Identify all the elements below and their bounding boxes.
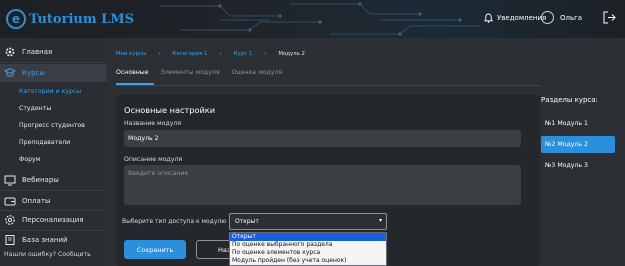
notifications-label: Уведомления (497, 14, 547, 22)
breadcrumb-separator: › (158, 51, 161, 57)
sidebar-item-home[interactable]: Главная (0, 42, 107, 61)
sidebar-item-label: Персонализация (22, 216, 84, 224)
module-description-label: Описание модуля (124, 156, 183, 163)
course-section-item-active[interactable]: №2 Модуль 2 (541, 136, 615, 153)
sidebar-item-payments[interactable]: Оплаты (0, 191, 107, 210)
notifications-link[interactable]: Уведомления (484, 13, 546, 23)
tab-bar: Основные Элементы модуля Оценка модуля (116, 69, 294, 76)
breadcrumb: Мои курсы › Категория 1 › Курс 1 › Модул… (116, 51, 305, 57)
chevron-down-icon: ▾ (378, 217, 382, 224)
webinar-icon (4, 175, 16, 186)
sidebar-item-label: Вебинары (22, 176, 59, 184)
logout-icon[interactable] (603, 11, 616, 24)
course-section-item[interactable]: №3 Модуль 3 (541, 157, 615, 174)
course-sections-title: Разделы курса: (541, 96, 598, 104)
avatar (541, 11, 554, 24)
sidebar-subitem-students[interactable]: Студенты (19, 105, 51, 112)
divider (0, 62, 107, 63)
save-button[interactable]: Сохранить (124, 240, 186, 259)
sidebar: Главная Курсы Категории и курсы Студенты… (0, 38, 107, 266)
access-type-dropdown: Открыт По оценке выбранного раздела По о… (229, 232, 387, 266)
logo[interactable]: e Tutorium LMS (6, 9, 134, 29)
tabs-divider (116, 85, 540, 86)
access-option-by-elements-grade[interactable]: По оценке элементов курса (230, 249, 386, 257)
sidebar-item-webinars[interactable]: Вебинары (0, 171, 107, 189)
wallet-icon (4, 197, 16, 205)
breadcrumb-current: Модуль 2 (278, 51, 305, 57)
breadcrumb-item[interactable]: Категория 1 (172, 51, 207, 57)
access-type-select[interactable]: Открыт ▾ (229, 213, 387, 230)
top-header: e Tutorium LMS Уведомления Ольга (0, 0, 625, 38)
sidebar-item-personalization[interactable]: Персонализация (0, 211, 107, 229)
sidebar-item-label: База знаний (22, 235, 68, 244)
access-type-label: Выберите тип доступа к модулю (122, 218, 227, 225)
sidebar-subitem-progress[interactable]: Прогресс студентов (19, 122, 85, 129)
sidebar-item-label: Главная (22, 47, 53, 56)
course-section-item[interactable]: №1 Модуль 1 (541, 115, 615, 132)
tab-main[interactable]: Основные (116, 69, 149, 76)
module-description-textarea[interactable]: Введите описание (124, 165, 521, 205)
sidebar-item-knowledge-base[interactable]: База знаний (0, 231, 107, 248)
tab-module-elements[interactable]: Элементы модуля (161, 69, 220, 76)
courses-icon (4, 67, 16, 77)
report-bug-link[interactable]: Нашли ошибку? Сообщить (4, 251, 91, 258)
user-menu[interactable]: Ольга (541, 11, 582, 24)
breadcrumb-separator: › (219, 51, 222, 57)
sidebar-item-label: Курсы (22, 69, 45, 77)
sidebar-subitem-categories[interactable]: Категории и курсы (19, 88, 81, 95)
bell-icon (484, 13, 493, 23)
book-icon (5, 234, 15, 245)
sidebar-item-courses[interactable]: Курсы (0, 64, 107, 82)
access-option-by-section-grade[interactable]: По оценке выбранного раздела (230, 241, 386, 249)
circuit-decoration (160, 2, 480, 36)
module-name-input[interactable]: Модуль 2 (124, 130, 521, 147)
access-option-open[interactable]: Открыт (230, 233, 386, 241)
user-name: Ольга (560, 13, 583, 22)
settings-icon (5, 215, 15, 225)
gear-icon (5, 47, 15, 56)
sidebar-subitem-forum[interactable]: Форум (19, 156, 40, 163)
breadcrumb-item[interactable]: Мои курсы (116, 51, 146, 57)
logo-mark: e (6, 9, 26, 29)
sidebar-subitem-teachers[interactable]: Преподаватели (19, 139, 70, 146)
logo-text: Tutorium LMS (29, 11, 135, 27)
breadcrumb-item[interactable]: Курс 1 (234, 51, 253, 57)
module-name-label: Название модуля (124, 120, 182, 127)
breadcrumb-separator: › (264, 51, 267, 57)
access-option-module-passed[interactable]: Модуль пройден (без учета оценок) (230, 257, 386, 265)
sidebar-item-label: Оплаты (22, 196, 51, 205)
tab-module-grading[interactable]: Оценка модуля (232, 69, 283, 76)
access-type-value: Открыт (235, 218, 259, 225)
panel-title: Основные настройки (124, 105, 216, 115)
